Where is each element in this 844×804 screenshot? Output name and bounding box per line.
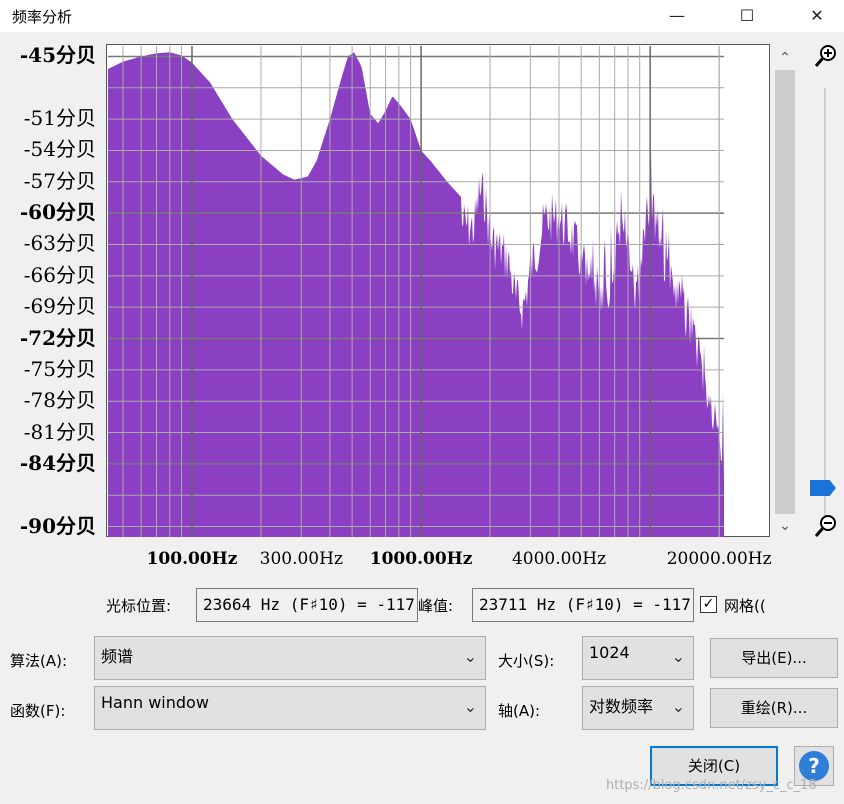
title-bar: 频率分析 — ☐ ✕ <box>0 0 844 32</box>
replot-button[interactable]: 重绘(R)... <box>710 688 838 728</box>
algorithm-label: 算法(A): <box>10 652 68 670</box>
zoom-out-icon[interactable] <box>814 514 838 543</box>
axis-value: 对数频率 <box>589 697 654 716</box>
help-icon: ? <box>799 751 829 781</box>
chevron-down-icon: ⌄ <box>463 647 477 666</box>
window-title: 频率分析 <box>12 8 73 26</box>
x-tick-label: 300.00Hz <box>259 549 343 569</box>
chevron-down-icon: ⌄ <box>671 647 685 666</box>
function-value: Hann window <box>101 693 209 712</box>
vertical-scrollbar[interactable]: ⌃ ⌄ <box>772 44 798 538</box>
chevron-down-icon: ⌄ <box>463 697 477 716</box>
function-select[interactable]: Hann window ⌄ <box>94 686 486 730</box>
function-label: 函数(F): <box>10 702 66 720</box>
y-tick-label: -45分贝 <box>19 43 96 68</box>
scroll-thumb[interactable] <box>775 70 795 514</box>
zoom-in-icon[interactable] <box>814 44 838 73</box>
spectrum-plot <box>108 46 724 537</box>
x-tick-label: 4000.00Hz <box>511 549 607 569</box>
y-tick-label: -63分贝 <box>23 231 96 256</box>
y-tick-label: -75分贝 <box>23 356 96 381</box>
peak-value-field[interactable]: 23711 Hz (F♯10) = -117.( <box>472 588 694 622</box>
y-tick-label: -81分贝 <box>23 419 96 444</box>
x-tick-label: 1000.00Hz <box>369 549 473 569</box>
y-tick-label: -84分贝 <box>19 450 96 475</box>
grid-checkbox[interactable]: ✓ <box>700 596 717 613</box>
axis-label: 轴(A): <box>498 702 541 720</box>
cursor-label: 光标位置: <box>106 597 172 615</box>
grid-checkbox-label: 网格(( <box>724 597 766 615</box>
y-tick-label: -78分贝 <box>23 388 96 413</box>
y-tick-label: -60分贝 <box>19 200 96 225</box>
y-tick-label: -90分贝 <box>19 513 96 538</box>
axis-select[interactable]: 对数频率 ⌄ <box>582 686 694 730</box>
scroll-up-icon[interactable]: ⌃ <box>772 50 798 66</box>
x-tick-label: 20000.00Hz <box>666 549 772 569</box>
x-tick-label: 100.00Hz <box>146 549 238 569</box>
size-select[interactable]: 1024 ⌄ <box>582 636 694 680</box>
algorithm-value: 频谱 <box>101 647 134 666</box>
y-tick-label: -72分贝 <box>19 325 96 350</box>
cursor-value-field[interactable]: 23664 Hz (F♯10) = -117 <box>196 588 418 622</box>
scroll-down-icon[interactable]: ⌄ <box>772 518 798 534</box>
close-window-button[interactable]: ✕ <box>794 0 840 32</box>
minimize-button[interactable]: — <box>654 0 700 32</box>
peak-label: 峰值: <box>418 597 454 615</box>
y-tick-label: -54分贝 <box>23 137 96 162</box>
maximize-button[interactable]: ☐ <box>724 0 770 32</box>
size-value: 1024 <box>589 643 630 662</box>
watermark: https://blog.csdn.net/zsy_c_c_18 <box>606 778 817 793</box>
y-tick-label: -57分贝 <box>23 168 96 193</box>
y-tick-label: -66分贝 <box>23 262 96 287</box>
y-tick-label: -69分贝 <box>23 294 96 319</box>
size-label: 大小(S): <box>498 652 555 670</box>
export-button[interactable]: 导出(E)... <box>710 638 838 678</box>
zoom-slider-track[interactable] <box>824 88 826 528</box>
zoom-slider-handle[interactable] <box>810 480 836 496</box>
y-tick-label: -51分贝 <box>23 106 96 131</box>
zoom-controls <box>808 44 844 538</box>
algorithm-select[interactable]: 频谱 ⌄ <box>94 636 486 680</box>
chevron-down-icon: ⌄ <box>671 697 685 716</box>
